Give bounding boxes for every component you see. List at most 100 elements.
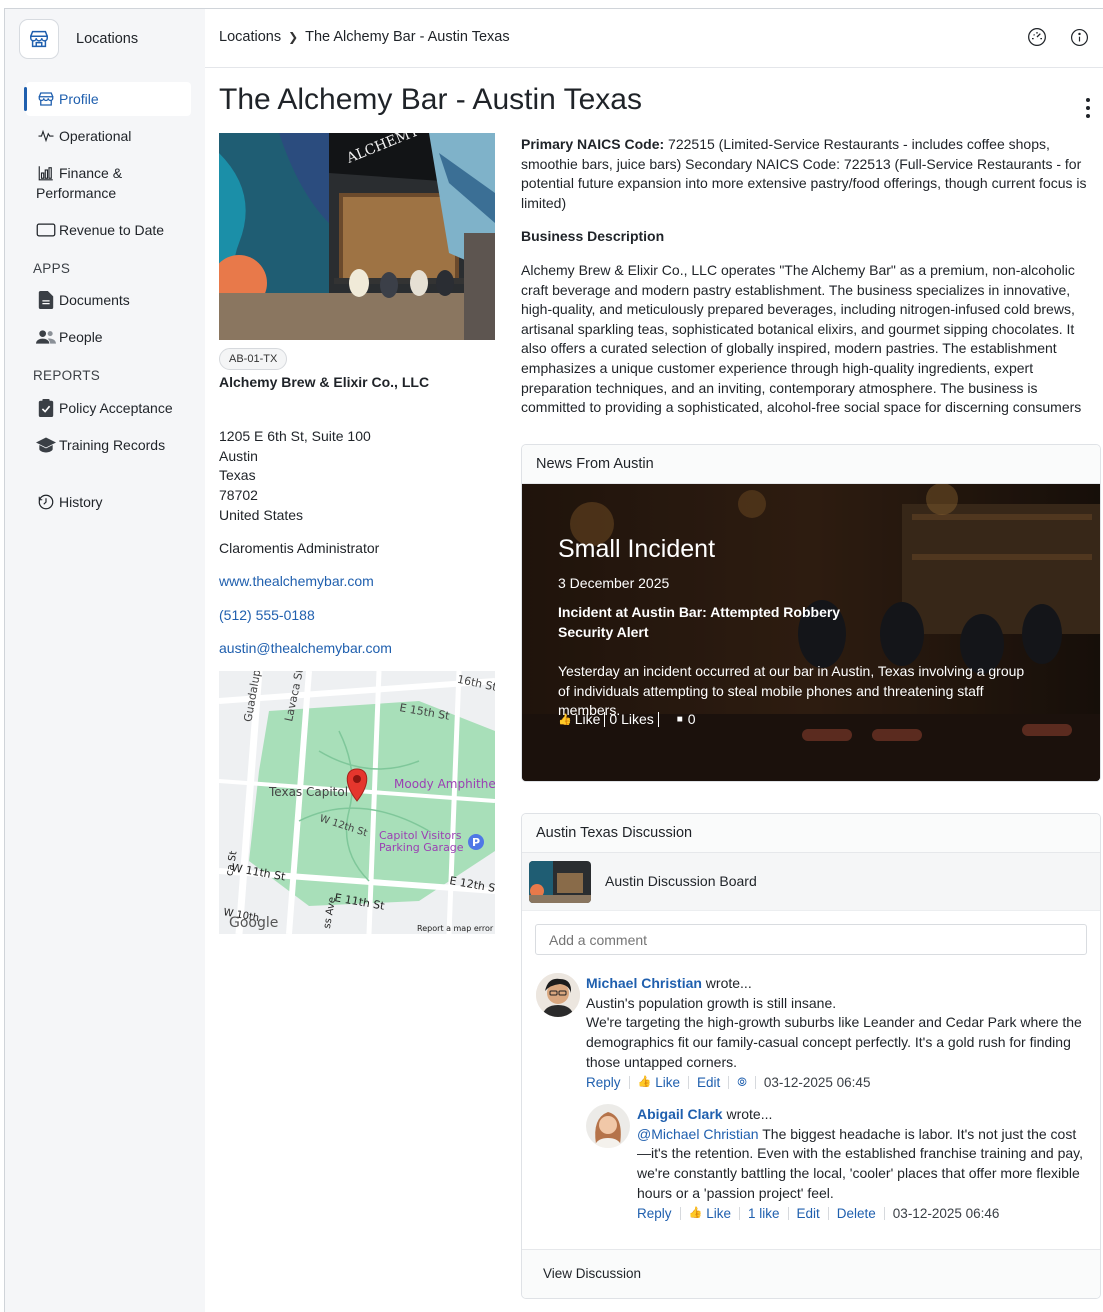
sidebar-item-operational[interactable]: Operational (26, 126, 191, 146)
news-card-header: News From Austin (522, 445, 1100, 484)
address-line: 1205 E 6th St, Suite 100 (219, 428, 371, 444)
company-name: Alchemy Brew & Elixir Co., LLC (219, 374, 430, 390)
top-bar: Locations ❯ The Alchemy Bar - Austin Tex… (205, 9, 1103, 68)
discussion-board-title[interactable]: Austin Discussion Board (605, 873, 757, 889)
pulse-icon (36, 126, 56, 146)
address-state: Texas (219, 467, 256, 484)
rectangle-icon (36, 220, 56, 240)
sidebar-item-training-records[interactable]: Training Records (26, 435, 191, 455)
discussion-card-header: Austin Texas Discussion (522, 814, 1100, 853)
add-comment-input[interactable] (535, 924, 1087, 955)
sidebar-item-label: Performance (36, 185, 117, 201)
sidebar: Locations Profile Operational Finance & … (5, 9, 205, 1312)
sidebar-item-label: Training Records (59, 437, 166, 453)
comment-author[interactable]: Michael Christian (586, 975, 702, 991)
reply-button[interactable]: Reply (586, 1073, 621, 1093)
news-like-button[interactable]: Like (575, 711, 601, 727)
link-icon[interactable]: ⦾ (737, 1073, 747, 1093)
checklist-icon (36, 398, 56, 418)
news-subtitle: Incident at Austin Bar: Attempted Robber… (558, 604, 841, 620)
comment-actions: Reply 👍 Like Edit ⦾ 03-12-2025 06:45 (586, 1073, 1086, 1093)
address-city: Austin (219, 447, 258, 464)
sidebar-item-history[interactable]: History (26, 492, 191, 512)
news-actions: 👍 Like 0 Likes ■ 0 (558, 711, 696, 727)
more-options-icon[interactable] (1084, 98, 1092, 118)
sidebar-item-label: Operational (59, 128, 132, 144)
administrator: Claromentis Administrator (219, 540, 380, 556)
sidebar-item-label: Revenue to Date (59, 222, 165, 238)
view-discussion-link[interactable]: View Discussion (543, 1266, 641, 1281)
reply-button[interactable]: Reply (637, 1204, 672, 1224)
like-button[interactable]: Like (655, 1073, 680, 1093)
page-title: The Alchemy Bar - Austin Texas (219, 83, 642, 116)
delete-button[interactable]: Delete (837, 1204, 876, 1224)
apps-section-label: APPS (33, 261, 71, 276)
document-icon (36, 290, 56, 310)
sidebar-item-label: History (59, 494, 103, 510)
store-icon (19, 19, 59, 59)
sidebar-item-label: Finance & (59, 165, 123, 181)
sidebar-item-policy-acceptance[interactable]: Policy Acceptance (26, 398, 191, 418)
thumbs-up-icon[interactable]: 👍 (558, 713, 572, 726)
comment-wrote: wrote... (701, 975, 752, 991)
like-count[interactable]: 1 like (748, 1204, 780, 1224)
google-logo: Google (229, 915, 278, 931)
comment: Michael Christian wrote... Austin's popu… (586, 974, 1086, 1092)
sidebar-item-label: People (59, 329, 103, 345)
comment-text: We're targeting the high-growth suburbs … (586, 1014, 1082, 1070)
breadcrumb-current: The Alchemy Bar - Austin Texas (305, 29, 510, 45)
edit-button[interactable]: Edit (797, 1204, 820, 1224)
sidebar-item-finance[interactable]: Finance & Performance (26, 163, 191, 203)
address-country: United States (219, 506, 304, 523)
discussion-board-row[interactable]: Austin Discussion Board (522, 853, 1100, 911)
dashboard-gauge-icon[interactable] (1026, 26, 1048, 48)
store-icon (36, 89, 56, 109)
comment-icon[interactable]: ■ (677, 714, 683, 725)
sidebar-item-people[interactable]: People (26, 327, 191, 347)
breadcrumb-root[interactable]: Locations (219, 29, 281, 45)
location-code-badge: AB-01-TX (219, 348, 288, 370)
bar-chart-icon (36, 163, 56, 183)
map-place-label: Parking Garage (379, 841, 464, 854)
sidebar-item-label: Documents (59, 292, 130, 308)
sidebar-item-profile[interactable]: Profile (24, 82, 191, 116)
map-place-label: Moody Amphitheat (394, 777, 495, 791)
sidebar-item-revenue[interactable]: Revenue to Date (26, 220, 191, 240)
storefront-photo: ALCHEMY BAR (219, 133, 495, 340)
comment-text: Austin's population growth is still insa… (586, 994, 837, 1011)
email-link[interactable]: austin@thealchemybar.com (219, 640, 392, 656)
news-item[interactable]: Small Incident 3 December 2025 Incident … (522, 484, 1100, 781)
mention-link[interactable]: @Michael Christian (637, 1126, 759, 1142)
avatar[interactable] (586, 1104, 630, 1148)
comment-timestamp: 03-12-2025 06:46 (892, 1205, 1000, 1221)
business-description-text: Alchemy Brew & Elixir Co., LLC operates … (521, 261, 1082, 416)
info-icon[interactable] (1068, 26, 1090, 48)
news-card: News From Austin Small Incident 3 Decemb… (521, 444, 1101, 782)
news-date: 3 December 2025 (558, 575, 670, 591)
address-block: 1205 E 6th St, Suite 100 Austin Texas 78… (219, 427, 371, 526)
sidebar-item-documents[interactable]: Documents (26, 290, 191, 310)
edit-button[interactable]: Edit (697, 1073, 720, 1093)
people-icon (36, 327, 56, 347)
news-title[interactable]: Small Incident (558, 535, 715, 564)
like-button[interactable]: Like (706, 1204, 731, 1224)
news-subtitle-alert: Security Alert (558, 624, 649, 640)
app-brand[interactable]: Locations (19, 17, 138, 61)
reports-section-label: REPORTS (33, 368, 101, 383)
app-title: Locations (76, 31, 139, 47)
report-map-error-link[interactable]: Report a map error (417, 924, 494, 933)
chevron-right-icon: ❯ (288, 30, 299, 44)
breadcrumb: Locations ❯ The Alchemy Bar - Austin Tex… (219, 29, 510, 45)
discussion-board-thumbnail (529, 861, 591, 903)
website-link[interactable]: www.thealchemybar.com (219, 573, 374, 589)
comment-actions: Reply 👍 Like 1 like Edit Delete 03-12-20… (637, 1204, 1087, 1224)
naics-label: Primary NAICS Code: (521, 136, 665, 152)
comment-author[interactable]: Abigail Clark (637, 1106, 723, 1122)
avatar[interactable] (536, 973, 580, 1017)
sidebar-item-label: Profile (59, 91, 99, 107)
map-place-label: Texas Capitol (268, 785, 348, 799)
location-map[interactable]: Guadalupe Lavaca St 16th St E 15th St Te… (219, 671, 495, 934)
phone-link[interactable]: (512) 555-0188 (219, 607, 315, 623)
address-zip: 78702 (219, 487, 258, 504)
news-likes-count: 0 Likes (609, 711, 654, 727)
